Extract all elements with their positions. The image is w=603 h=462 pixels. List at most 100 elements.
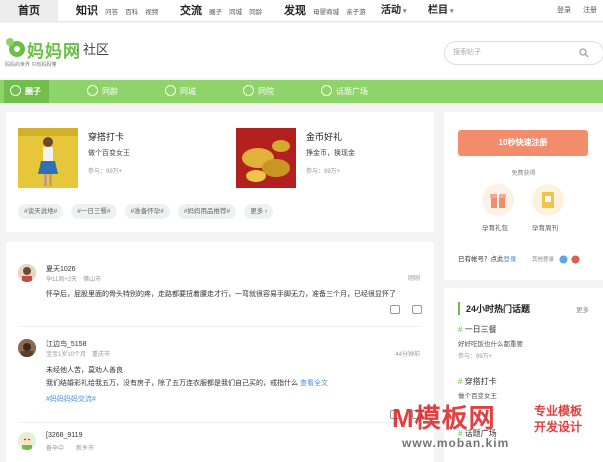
nav-home[interactable]: 首页 [0, 0, 58, 22]
tab-label: 同龄 [102, 87, 118, 96]
section-title: · 社区 [75, 42, 109, 57]
login-link[interactable]: 登录 [557, 7, 571, 14]
hot-topic-item[interactable]: # 话题广场 [458, 428, 497, 439]
tag-chat[interactable]: #谈天说地# [18, 204, 64, 219]
avatar[interactable] [18, 339, 36, 357]
nav-city[interactable]: 同城 [229, 9, 242, 16]
nav-mall[interactable]: 母婴商城 [313, 9, 339, 16]
post-author-status: 备孕中 新乡市 [46, 446, 95, 452]
register-link[interactable]: 注册 [583, 7, 597, 14]
hash-icon: # [458, 429, 463, 438]
user-avatar-icon [18, 432, 36, 450]
featured-meta: 参与：99万+ [88, 169, 123, 175]
location-icon [165, 85, 176, 97]
nav-exchange[interactable]: 交流 [180, 5, 202, 17]
post-author-status: 宝宝1岁10个月 重庆市 [46, 352, 111, 358]
nav-baike[interactable]: 百科 [125, 9, 138, 16]
like-icon[interactable] [390, 305, 400, 314]
hot-topics-title: 24小时热门话题 [458, 302, 530, 315]
login-prompt-text: 已有帐号？点此 [458, 256, 504, 263]
other-login-label: 其他登录 [532, 257, 555, 263]
qq-login-icon[interactable] [558, 255, 568, 264]
nav-video[interactable]: 视频 [145, 9, 158, 16]
avatar[interactable] [18, 432, 36, 450]
hot-topics-more-link[interactable]: 更多 [576, 304, 589, 314]
nav-group-exchange: 交流 圈子 同城 同龄 [180, 0, 266, 22]
search-icon[interactable] [579, 48, 589, 58]
logo-text[interactable]: 妈妈网 [27, 37, 81, 62]
site-header: 妈妈网 · 社区 妈妈的世界 只有妈妈懂 搜索帖子 [0, 23, 603, 78]
tag-list: #谈天说地# #一日三餐# #准备怀孕# #妈妈用品推荐# 更多 › [18, 204, 278, 219]
nav-discover[interactable]: 发现 [284, 5, 306, 17]
tab-circle[interactable]: 圈子 [4, 80, 49, 103]
featured-title[interactable]: 穿搭打卡 [88, 130, 124, 143]
featured-desc: 做个百变女王 [88, 150, 130, 157]
tag-meals[interactable]: #一日三餐# [71, 204, 117, 219]
login-prompt: 已有帐号？点此登录 [458, 253, 517, 263]
gift-icon [490, 194, 506, 208]
nav-column-label: 栏目 [428, 5, 448, 16]
gold-coins-image[interactable] [236, 128, 296, 188]
fashion-image[interactable] [18, 128, 78, 188]
tab-label: 圈子 [25, 87, 41, 96]
free-gift-label: 免费获得 [511, 171, 536, 177]
hot-topic-item[interactable]: # 一日三餐 好好吃饭也什么都重要 参与：99万+ [458, 324, 523, 360]
gift-package[interactable] [482, 184, 514, 216]
tab-city[interactable]: 同城 [165, 80, 196, 103]
tag-pregnancy[interactable]: #准备怀孕# [124, 204, 170, 219]
post-title[interactable]: 未经他人苦，莫劝人善良 [46, 365, 123, 375]
divider [18, 326, 422, 327]
nav-group-knowledge: 知识 问答 百科 视频 [76, 0, 162, 22]
tab-topics[interactable]: 话题广场 [321, 80, 368, 103]
comment-icon[interactable] [412, 410, 422, 419]
chat-icon [10, 85, 21, 97]
post-body[interactable]: 怀孕后，屁股里面的骨头特别的疼，走路都要扭着腰走才行，一弯就很容易手脚无力，准备… [46, 289, 396, 299]
nav-qa[interactable]: 问答 [105, 9, 118, 16]
like-icon[interactable] [390, 410, 400, 419]
magazine-icon [542, 192, 554, 208]
hot-topics-card: 24小时热门话题 更多 # 一日三餐 好好吃饭也什么都重要 参与：99万+ # … [444, 288, 603, 462]
nav-knowledge[interactable]: 知识 [76, 5, 98, 17]
post-author[interactable]: [3268_9119 [46, 432, 82, 439]
hash-icon: # [458, 377, 463, 386]
tag-products[interactable]: #妈妈用品推荐# [177, 204, 237, 219]
quick-register-button[interactable]: 10秒快速注册 [458, 130, 588, 156]
register-card: 10秒快速注册 免费获得 孕育礼包 孕育周刊 已有帐号？点此登录 其他登录 [444, 112, 603, 280]
tags-more-button[interactable]: 更多 › [244, 204, 274, 219]
login-link[interactable]: 登录 [504, 256, 517, 263]
chevron-down-icon: ▾ [450, 8, 454, 15]
avatar[interactable] [18, 264, 36, 282]
tab-label: 同院 [258, 87, 274, 96]
read-more-link[interactable]: 查看全文 [300, 380, 328, 387]
nav-circle[interactable]: 圈子 [209, 9, 222, 16]
nav-activity[interactable]: 活动 ▾ [381, 0, 407, 22]
hot-topic-meta: 参与：99万+ [458, 354, 493, 360]
tab-hospital[interactable]: 同院 [243, 80, 274, 103]
hot-topic-desc: 做个百变女王 [458, 393, 497, 400]
post-author-status: 孕11周+2天 佛山市 [46, 277, 102, 283]
chevron-down-icon: ▾ [403, 8, 407, 15]
user-avatar-icon [18, 339, 36, 357]
weekly-magazine[interactable] [532, 184, 564, 216]
tab-label: 话题广场 [336, 87, 368, 96]
search-placeholder: 搜索帖子 [453, 49, 481, 56]
nav-activity-label: 活动 [381, 5, 401, 16]
nav-trip[interactable]: 亲子游 [346, 9, 366, 16]
post-time: 44分钟前 [395, 352, 420, 358]
post-author[interactable]: 夏天1026 [46, 264, 76, 274]
nav-group-discover: 发现 母婴商城 亲子游 [284, 0, 370, 22]
nav-column[interactable]: 栏目 ▾ [428, 0, 454, 22]
hot-topic-name: 穿搭打卡 [464, 377, 497, 386]
post-tag[interactable]: #妈妈妈妈交流# [46, 394, 96, 404]
comment-icon[interactable] [412, 305, 422, 314]
featured-desc: 挣金币，换现金 [306, 150, 355, 157]
tab-age[interactable]: 同龄 [87, 80, 118, 103]
section-tab-bar: 圈子 同龄 同城 同院 话题广场 [0, 80, 603, 103]
search-input[interactable]: 搜索帖子 [444, 41, 603, 65]
hot-topic-item[interactable]: # 穿搭打卡 做个百变女王 [458, 376, 497, 400]
featured-title[interactable]: 金币好礼 [306, 130, 342, 143]
nav-age[interactable]: 同龄 [249, 9, 262, 16]
post-author[interactable]: 江边鸟_5158 [46, 339, 86, 349]
weibo-login-icon[interactable] [571, 255, 580, 264]
post-excerpt[interactable]: 我们结婚彩礼给我五万，没有房子，除了五万连衣服都是我们自己买的，戒指什么 查看全… [46, 378, 328, 388]
